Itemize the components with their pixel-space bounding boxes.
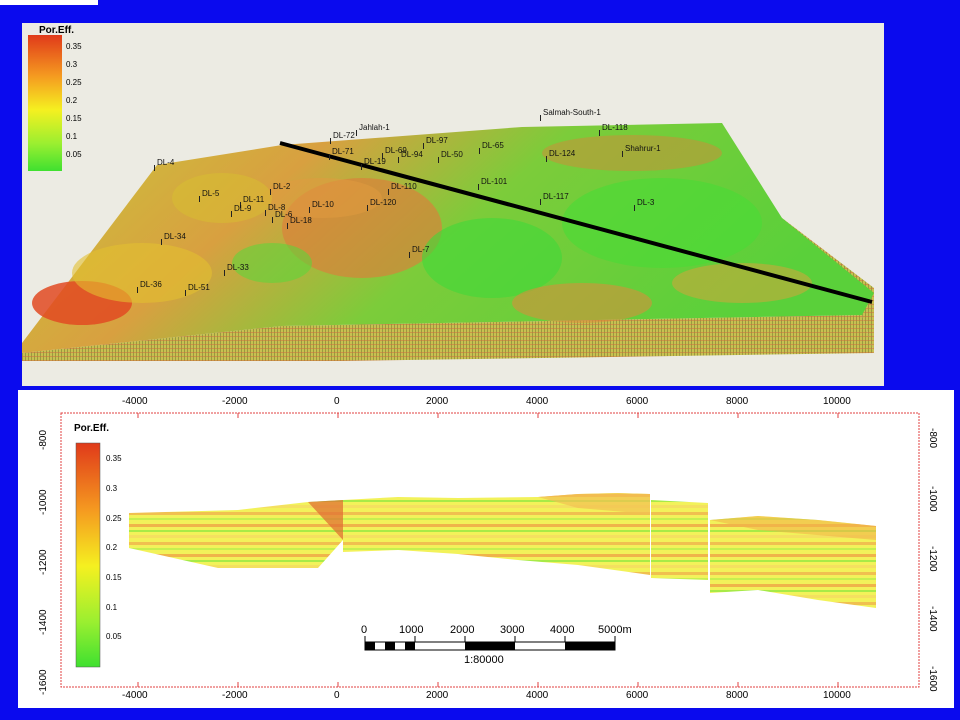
x-tick-bottom: -4000 [122,690,148,701]
legend-tick: 0.35 [106,454,122,463]
y-tick-left: -1400 [38,609,49,635]
porosity-legend-bar [75,442,101,668]
y-tick-right: -1200 [927,546,938,572]
legend-tick: 0.3 [106,484,118,493]
well-label[interactable]: DL-97 [423,137,448,149]
legend-tick: 0.15 [106,573,122,582]
legend-tick: 0.1 [106,603,118,612]
section-segment [129,500,343,568]
legend-tick: 0.15 [66,114,82,123]
x-tick-top: 10000 [823,396,851,407]
x-tick-bottom: 8000 [726,690,749,701]
well-label[interactable]: DL-11 [239,196,264,208]
low-porosity-patch [562,178,762,268]
legend-tick: 0.1 [66,132,78,141]
well-label[interactable]: DL-110 [388,183,417,195]
legend-title: Por.Eff. [74,423,110,434]
scale-bar-label: 5000m [598,624,632,636]
x-tick-top: 4000 [526,396,549,407]
legend-tick: 0.25 [66,78,82,87]
well-label[interactable]: DL-36 [137,281,162,293]
x-tick-top: 2000 [426,396,449,407]
well-label[interactable]: DL-18 [287,217,312,229]
legend-tick: 0.2 [106,543,118,552]
porosity-legend-bar [28,35,62,171]
well-label[interactable]: DL-33 [224,264,249,276]
legend-tick: 0.05 [66,150,82,159]
well-label[interactable]: Shahrur-1 [622,145,661,157]
legend-tick: 0.25 [106,514,122,523]
y-tick-left: -1000 [38,489,49,515]
x-tick-top: -2000 [222,396,248,407]
well-label[interactable]: DL-4 [153,159,174,171]
well-label[interactable]: DL-69 [382,147,407,159]
legend-tick: 0.3 [66,60,78,69]
x-tick-bottom: 0 [334,690,340,701]
well-label[interactable]: DL-72 [330,132,355,144]
legend-tick: 0.35 [66,42,82,51]
porosity-3d-surface [22,35,874,361]
x-tick-top: 6000 [626,396,649,407]
scale-bar-label: 2000 [450,624,475,636]
well-label[interactable]: DL-2 [269,183,290,195]
well-label[interactable]: Salmah-South-1 [540,109,601,121]
scale-bar-label: 0 [361,624,368,636]
y-tick-right: -1600 [927,666,938,692]
y-tick-right: -800 [927,428,938,449]
scale-ratio: 1:80000 [464,654,504,666]
well-label[interactable]: DL-9 [230,205,251,217]
x-tick-top: -4000 [122,396,148,407]
well-label[interactable]: DL-118 [599,124,628,136]
well-label[interactable]: DL-19 [361,158,386,170]
y-tick-left: -800 [38,429,49,450]
legend-tick: 0.2 [66,96,78,105]
well-label[interactable]: DL-117 [540,193,569,205]
well-label[interactable]: DL-124 [545,150,575,162]
porosity-3d-map-panel: Por.Eff. 0.35 0.3 0.25 0.2 0.15 0.1 0.05… [22,23,884,386]
well-label[interactable]: DL-71 [329,148,354,160]
x-tick-bottom: 6000 [626,690,649,701]
well-label[interactable]: DL-120 [366,199,396,211]
well-label[interactable]: DL-10 [309,201,334,213]
legend-tick: 0.05 [106,632,122,641]
well-label[interactable]: DL-65 [479,142,504,154]
well-label[interactable]: Jahlah-1 [356,124,390,136]
scale-bar-label: 3000 [500,624,525,636]
legend-title: Por.Eff. [39,25,75,36]
x-tick-bottom: 4000 [526,690,549,701]
x-tick-bottom: 2000 [426,690,449,701]
well-label[interactable]: DL-5 [198,190,219,202]
well-label[interactable]: DL-51 [185,284,210,296]
y-tick-left: -1200 [38,549,49,575]
x-tick-top: 8000 [726,396,749,407]
corner-tab [0,0,98,5]
low-porosity-patch [422,218,562,298]
section-segment [651,500,708,580]
well-label[interactable]: DL-3 [633,199,654,211]
well-label[interactable]: DL-34 [161,233,186,245]
well-label[interactable]: DL-7 [408,246,429,258]
porosity-cross-section-panel: Por.Eff. 0.35 0.3 0.25 0.2 0.15 0.1 0.05… [18,390,954,708]
high-porosity-patch [512,283,652,323]
y-tick-left: -1600 [38,669,49,695]
x-tick-top: 0 [334,396,340,407]
scale-bar-label: 4000 [550,624,575,636]
mid-porosity-patch [72,243,212,303]
x-tick-bottom: 10000 [823,690,851,701]
well-label[interactable]: DL-50 [438,151,463,163]
x-tick-bottom: -2000 [222,690,248,701]
scale-bar [364,636,616,651]
scale-bar-label: 1000 [399,624,424,636]
y-tick-right: -1000 [927,486,938,512]
y-tick-right: -1400 [927,606,938,632]
well-label[interactable]: DL-101 [477,178,507,190]
